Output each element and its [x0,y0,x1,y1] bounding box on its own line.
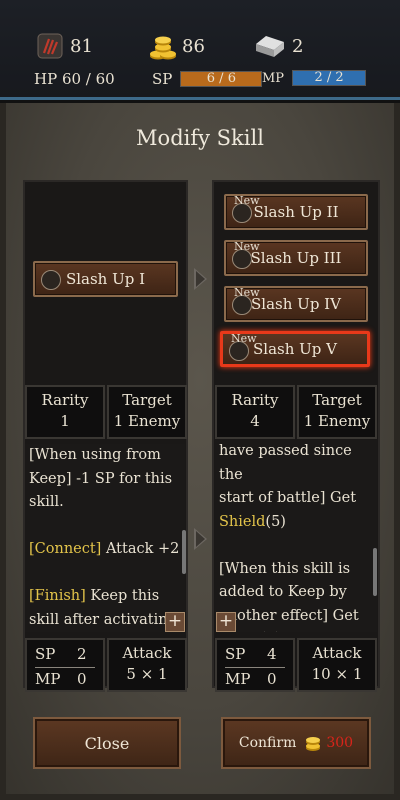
desc-line: Shield(5) [219,513,286,530]
sp-label: SP [35,645,56,663]
selected-desc-scrollbar[interactable] [373,548,377,596]
selected-rarity: Rarity 4 [215,385,295,439]
keyword: [Finish] [29,588,86,604]
current-skill-name: Slash Up I [65,270,146,288]
keyword: [Connect] [29,541,102,557]
current-rarity: Rarity 1 [25,385,105,439]
divider [225,667,285,668]
skill-slash-icon [41,270,61,290]
sp-value: 6 / 6 [206,71,236,86]
target-value: 1 Enemy [113,412,181,430]
close-button[interactable]: Close [33,717,181,769]
desc-line: start of battle] Get [219,490,357,506]
upgrade-option-button[interactable]: New Slash Up IV [224,286,368,322]
current-cost-box: SP 2 MP 0 [25,638,105,692]
rarity-value: 1 [60,412,70,430]
desc-line [219,534,373,558]
attack-label: Attack [312,644,362,662]
mp-label: MP [225,670,251,688]
current-attack: Attack 5 × 1 [107,638,187,692]
target-label: Target [122,391,172,409]
new-badge: New [231,332,257,345]
hp-label: HP 60 / 60 [34,70,115,88]
new-badge: New [234,240,260,253]
selected-target: Target 1 Enemy [297,385,377,439]
claw-scratch-icon [36,32,64,60]
desc-line: Soma(2) [219,628,373,632]
sp-label: SP [225,645,246,663]
arrow-right-icon [194,268,207,290]
rarity-value: 4 [250,412,260,430]
mp-value: 2 / 2 [314,70,344,85]
new-badge: New [234,286,260,299]
silver-ingot-icon [252,32,286,60]
status-bar: 81 86 2 HP 60 / 60 SP 6 / 6 MP 2 / 2 [0,0,400,100]
current-desc-scrollbar[interactable] [182,530,186,574]
sp-cost: 2 [77,645,87,663]
hp-readout: HP 60 / 60 [34,70,115,88]
sp-cost: 4 [267,645,277,663]
sp-bar: 6 / 6 [180,71,263,87]
divider [35,667,95,668]
close-label: Close [84,733,130,753]
claw-resource: 81 [36,32,93,60]
expand-plus-button[interactable]: + [165,612,185,632]
gold-coins-icon [304,734,322,752]
desc-line: [When using from Keep] -1 SP for this sk… [29,447,173,510]
mp-cost: 0 [267,670,277,688]
mp-readout: MP 2 / 2 [262,70,367,86]
target-label: Target [312,391,362,409]
claw-count: 81 [70,35,93,57]
mp-cost: 0 [77,670,87,688]
desc-line: [When this skill is [219,560,351,577]
mp-label: MP [262,70,285,86]
rarity-label: Rarity [231,391,279,409]
keyword: Shield [219,513,266,530]
desc-line: [Finish] Keep this skill after activatin… [29,588,177,628]
new-badge: New [234,194,260,207]
mp-bar: 2 / 2 [292,70,367,86]
sp-label: SP [152,70,173,88]
upgrade-option-button[interactable]: New Slash Up III [224,240,368,276]
current-desc-text: [When using from Keep] -1 SP for this sk… [29,444,181,632]
gold-coins-icon [148,32,176,60]
confirm-cost: 300 [326,735,354,751]
arrow-right-icon [194,528,207,550]
mp-label: MP [35,670,61,688]
gold-resource: 86 [148,32,205,60]
ingot-count: 2 [292,35,304,57]
confirm-label: Confirm [238,735,297,751]
desc-line [29,515,181,539]
current-skill-button[interactable]: Slash Up I [33,261,178,297]
desc-line: [Connect] Attack +2 [29,541,180,557]
rarity-label: Rarity [41,391,89,409]
desc-line: added to Keep by [219,584,347,600]
current-skill-description[interactable]: [When using from Keep] -1 SP for this sk… [25,444,185,632]
attack-value: 5 × 1 [126,665,168,683]
upgrade-name: Slash Up III [250,249,342,267]
attack-value: 10 × 1 [311,665,363,683]
desc-line: have passed since the [219,443,352,483]
gold-count: 86 [182,35,205,57]
expand-plus-button[interactable]: + [216,612,236,632]
ingot-resource: 2 [252,32,303,60]
confirm-button[interactable]: Confirm 300 [221,717,371,769]
current-target: Target 1 Enemy [107,385,187,439]
sp-readout: SP 6 / 6 [152,70,263,88]
upgrade-name: Slash Up IV [251,295,341,313]
selected-skill-description[interactable]: have passed since the start of battle] Ge… [215,440,377,632]
upgrade-option-button[interactable]: New Slash Up II [224,194,368,230]
target-value: 1 Enemy [303,412,371,430]
upgrade-name: Slash Up V [253,340,337,358]
selected-attack: Attack 10 × 1 [297,638,377,692]
upgrade-name: Slash Up II [253,203,339,221]
selected-cost-box: SP 4 MP 0 [215,638,295,692]
upgrade-option-button[interactable]: New Slash Up V [220,331,370,367]
desc-line: another effect] Get [219,607,359,624]
attack-label: Attack [122,644,172,662]
dialog-title: Modify Skill [136,126,264,150]
desc-line [29,562,181,586]
selected-desc-text: have passed since the start of battle] Ge… [219,440,373,632]
